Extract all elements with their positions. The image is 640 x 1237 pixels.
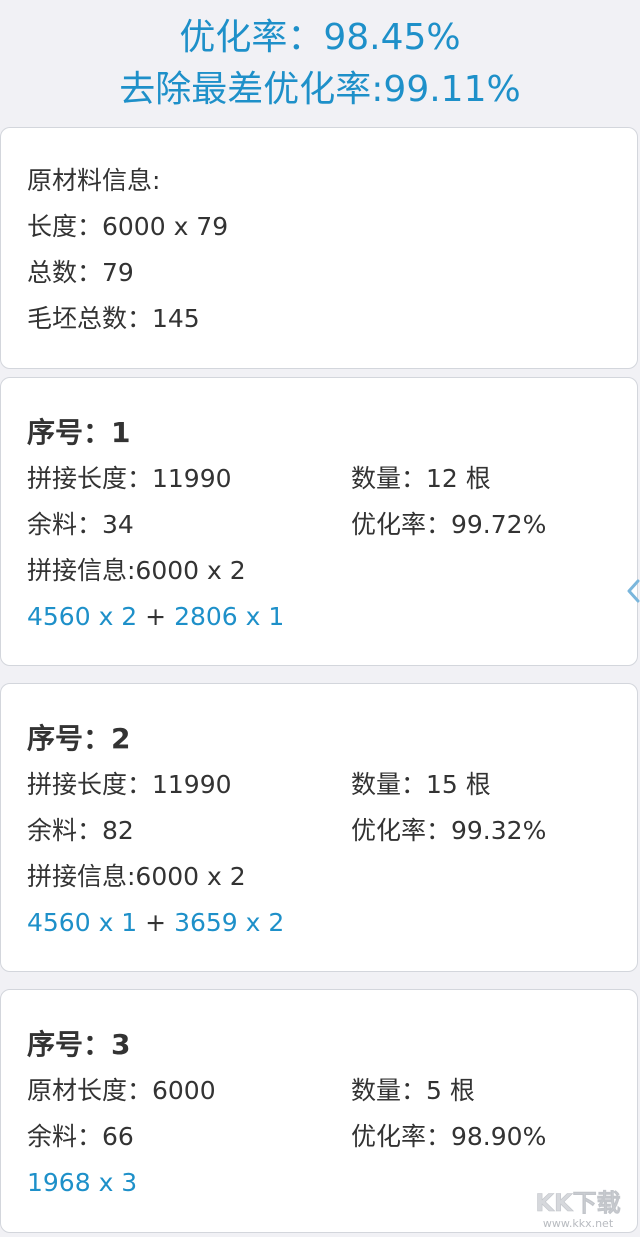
plan-index: 序号：2 — [27, 722, 131, 755]
quantity: 数量：12 根 — [351, 464, 491, 493]
remainder: 余料：34 — [27, 510, 134, 539]
quantity: 数量：5 根 — [351, 1076, 475, 1105]
raw-material-title: 原材料信息: — [27, 166, 161, 195]
splice-length: 拼接长度：11990 — [27, 464, 232, 493]
cut-plan-card[interactable]: 序号：2 拼接长度：11990 数量：15 根 余料：82 优化率：99.32%… — [0, 683, 638, 972]
svg-text:KK下载: KK下载 — [535, 1189, 620, 1217]
part-spec: 3659 x 2 — [174, 908, 285, 937]
splice-info: 拼接信息:6000 x 2 — [27, 556, 246, 585]
item-optimization-rate: 优化率：99.32% — [351, 816, 547, 845]
remainder: 余料：82 — [27, 816, 134, 845]
parts-line: 4560 x 2 + 2806 x 1 — [27, 600, 284, 634]
plan-index: 序号：3 — [27, 1028, 131, 1061]
raw-material-total: 总数：79 — [27, 258, 134, 287]
part-spec: 4560 x 1 — [27, 908, 138, 937]
cut-plan-card[interactable]: 序号：1 拼接长度：11990 数量：12 根 余料：34 优化率：99.72%… — [0, 377, 638, 666]
part-spec: 4560 x 2 — [27, 602, 138, 631]
parts-line: 4560 x 1 + 3659 x 2 — [27, 906, 284, 940]
part-spec: 1968 x 3 — [27, 1168, 138, 1197]
parts-line: 1968 x 3 — [27, 1166, 137, 1200]
item-optimization-rate: 优化率：99.72% — [351, 510, 547, 539]
svg-text:www.kkx.net: www.kkx.net — [543, 1217, 614, 1230]
chevron-left-icon[interactable] — [624, 578, 640, 604]
quantity: 数量：15 根 — [351, 770, 491, 799]
optimization-rate-excluding-worst: 去除最差优化率:99.11% — [119, 69, 521, 110]
part-separator: + — [145, 602, 167, 631]
item-optimization-rate: 优化率：98.90% — [351, 1122, 547, 1151]
raw-length: 原材长度：6000 — [27, 1076, 216, 1105]
splice-info: 拼接信息:6000 x 2 — [27, 862, 246, 891]
part-spec: 2806 x 1 — [174, 602, 285, 631]
plan-index: 序号：1 — [27, 416, 131, 449]
optimization-rate: 优化率：98.45% — [179, 17, 461, 58]
raw-material-length: 长度：6000 x 79 — [27, 212, 229, 241]
raw-material-blank-total: 毛坯总数：145 — [27, 304, 200, 333]
raw-material-card: 原材料信息: 长度：6000 x 79 总数：79 毛坯总数：145 — [0, 127, 638, 369]
remainder: 余料：66 — [27, 1122, 134, 1151]
summary-header: 优化率：98.45% 去除最差优化率:99.11% — [0, 0, 640, 120]
part-separator: + — [145, 908, 167, 937]
watermark-logo: KK下载 www.kkx.net — [535, 1189, 621, 1230]
splice-length: 拼接长度：11990 — [27, 770, 232, 799]
